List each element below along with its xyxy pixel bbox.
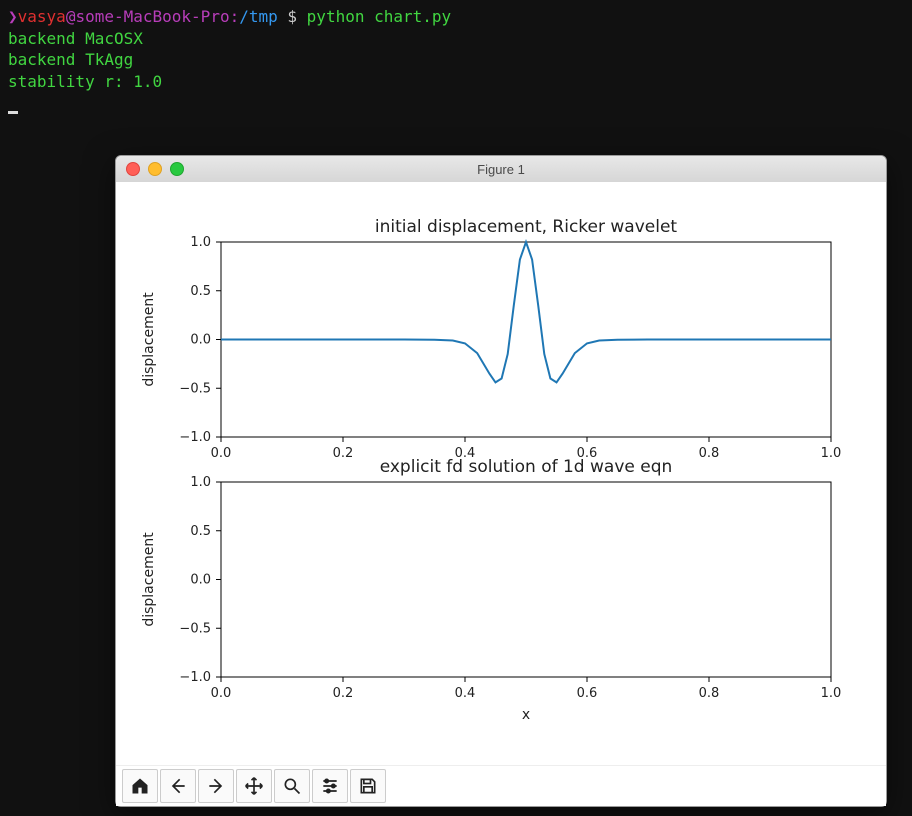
svg-text:0.0: 0.0 [190, 333, 211, 348]
svg-text:displacement: displacement [141, 532, 157, 627]
svg-text:0.8: 0.8 [699, 686, 720, 701]
home-button[interactable] [122, 769, 158, 803]
svg-text:0.8: 0.8 [699, 446, 720, 461]
svg-text:x: x [522, 707, 530, 723]
svg-text:0.0: 0.0 [211, 446, 232, 461]
pan-button[interactable] [236, 769, 272, 803]
prompt-sep: : [230, 7, 240, 26]
matplotlib-window: Figure 1 initial displacement, Ricker wa… [115, 155, 887, 807]
svg-text:0.5: 0.5 [190, 524, 211, 539]
figure-svg: initial displacement, Ricker wavelet disp… [116, 182, 886, 766]
home-icon [130, 776, 150, 796]
svg-text:0.4: 0.4 [455, 686, 476, 701]
window-title: Figure 1 [116, 162, 886, 177]
sliders-icon [320, 776, 340, 796]
svg-text:1.0: 1.0 [190, 475, 211, 490]
arrow-right-icon [206, 776, 226, 796]
prompt-host: some-MacBook-Pro [75, 7, 229, 26]
terminal-output-line: backend MacOSX [8, 28, 904, 50]
window-titlebar[interactable]: Figure 1 [116, 156, 886, 183]
svg-text:−0.5: −0.5 [179, 381, 211, 396]
svg-text:1.0: 1.0 [821, 446, 842, 461]
figure-canvas[interactable]: initial displacement, Ricker wavelet disp… [116, 182, 886, 766]
svg-text:0.2: 0.2 [333, 446, 354, 461]
svg-text:0.2: 0.2 [333, 686, 354, 701]
prompt-at: @ [66, 7, 76, 26]
configure-button[interactable] [312, 769, 348, 803]
prompt-dollar: $ [287, 7, 297, 26]
svg-text:0.5: 0.5 [190, 284, 211, 299]
terminal-output-line: stability r: 1.0 [8, 71, 904, 93]
move-icon [244, 776, 264, 796]
forward-button[interactable] [198, 769, 234, 803]
magnifier-icon [282, 776, 302, 796]
save-button[interactable] [350, 769, 386, 803]
svg-text:−1.0: −1.0 [179, 430, 211, 445]
prompt-line: ❯vasya@some-MacBook-Pro:/tmp $ python ch… [8, 6, 904, 28]
svg-text:initial displacement, Ricker w: initial displacement, Ricker wavelet [375, 217, 678, 237]
matplotlib-toolbar [116, 765, 886, 806]
zoom-button[interactable] [274, 769, 310, 803]
svg-text:−1.0: −1.0 [179, 670, 211, 685]
back-button[interactable] [160, 769, 196, 803]
svg-text:−0.5: −0.5 [179, 621, 211, 636]
svg-text:0.0: 0.0 [211, 686, 232, 701]
svg-text:1.0: 1.0 [190, 235, 211, 250]
prompt-user: vasya [18, 7, 66, 26]
prompt-caret: ❯ [8, 7, 18, 26]
prompt-path: /tmp [239, 7, 278, 26]
svg-text:displacement: displacement [141, 292, 157, 387]
svg-text:0.0: 0.0 [190, 573, 211, 588]
svg-text:0.6: 0.6 [577, 686, 598, 701]
svg-text:explicit fd solution of 1d wav: explicit fd solution of 1d wave eqn [380, 457, 673, 477]
arrow-left-icon [168, 776, 188, 796]
prompt-command: python chart.py [307, 7, 452, 26]
terminal-cursor [8, 111, 18, 114]
svg-text:1.0: 1.0 [821, 686, 842, 701]
terminal: ❯vasya@some-MacBook-Pro:/tmp $ python ch… [0, 0, 912, 120]
terminal-output-line: backend TkAgg [8, 49, 904, 71]
save-icon [358, 776, 378, 796]
